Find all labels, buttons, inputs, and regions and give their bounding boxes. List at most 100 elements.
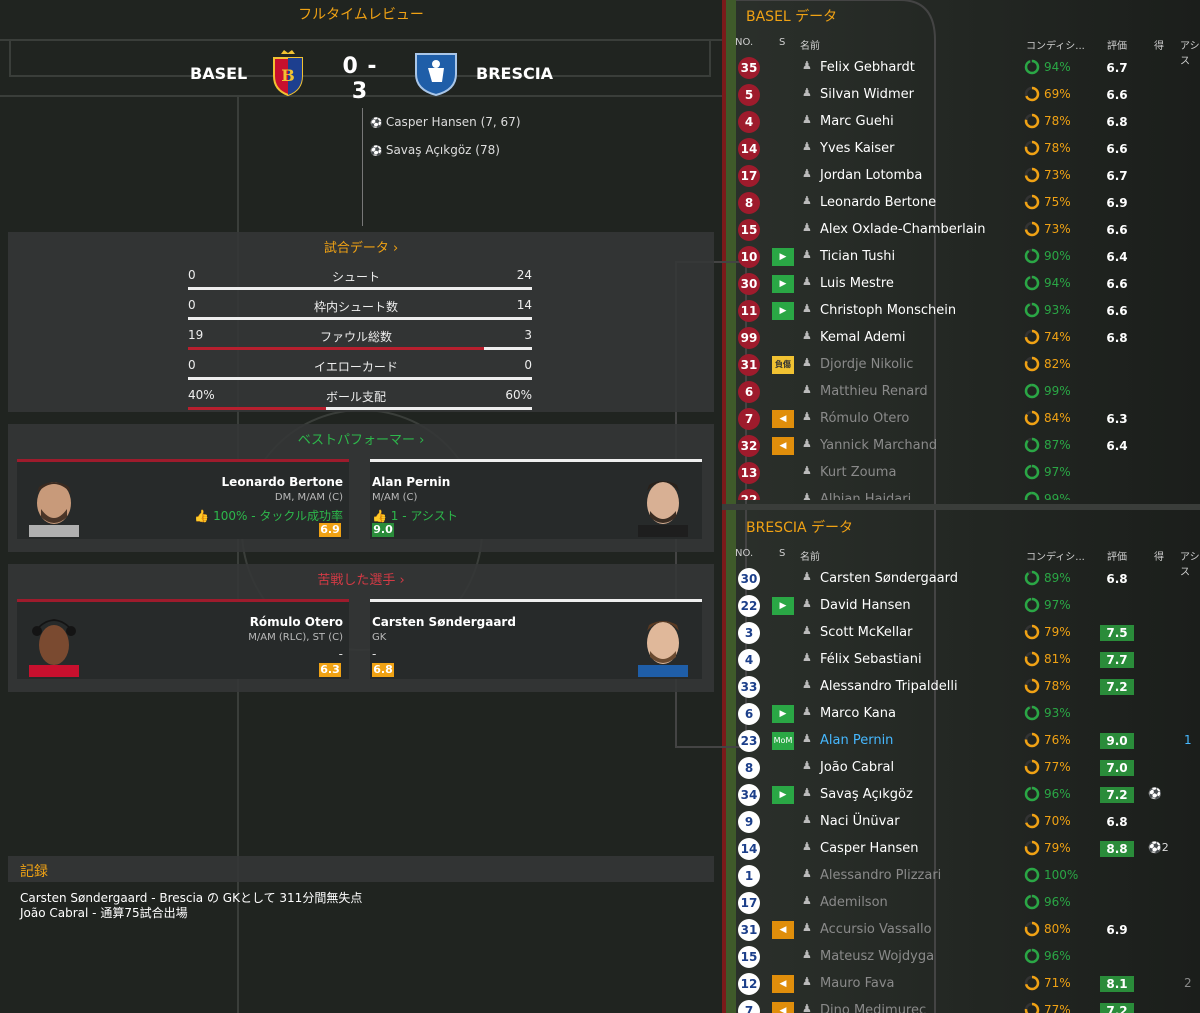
match-stats-link[interactable]: 試合データ › <box>8 237 714 256</box>
player-name[interactable]: Rómulo Otero <box>820 411 909 426</box>
player-name[interactable]: Scott McKellar <box>820 625 912 640</box>
player-row[interactable]: 14 ♟ Casper Hansen 79% 8.8 ⚽2 <box>722 836 1200 863</box>
best-away-player-card[interactable]: Alan Pernin M/AM (C) 👍 1 - アシスト 9.0 <box>370 459 702 539</box>
col-header-rating[interactable]: 評価 <box>1107 548 1127 563</box>
player-name[interactable]: Albian Hajdari <box>820 492 911 500</box>
player-name[interactable]: Alessandro Plizzari <box>820 868 941 883</box>
player-row[interactable]: 8 ♟ Leonardo Bertone 75% 6.9 <box>722 190 1200 217</box>
player-row[interactable]: 23 MoM ♟ Alan Pernin 76% 9.0 1 <box>722 728 1200 755</box>
away-team-name[interactable]: BRESCIA <box>476 64 553 83</box>
col-header-status[interactable]: S <box>779 37 785 48</box>
player-name[interactable]: Félix Sebastiani <box>820 652 922 667</box>
player-name[interactable]: David Hansen <box>820 598 911 613</box>
shirt-number: 8 <box>738 757 760 779</box>
player-row[interactable]: 35 ♟ Felix Gebhardt 94% 6.7 <box>722 55 1200 82</box>
player-name[interactable]: Marco Kana <box>820 706 896 721</box>
player-name[interactable]: Alessandro Tripaldelli <box>820 679 958 694</box>
player-position: M/AM (RLC), ST (C) <box>248 632 343 643</box>
player-name[interactable]: Luis Mestre <box>820 276 894 291</box>
player-name[interactable]: Naci Ünüvar <box>820 814 900 829</box>
player-row[interactable]: 22 ▶ ♟ David Hansen 97% <box>722 593 1200 620</box>
brescia-data-title[interactable]: BRESCIA データ <box>746 517 853 537</box>
basel-crest-icon[interactable]: B <box>271 50 305 96</box>
player-name[interactable]: João Cabral <box>820 760 894 775</box>
player-name[interactable]: Mauro Fava <box>820 976 894 991</box>
player-name[interactable]: Yves Kaiser <box>820 141 895 156</box>
player-row[interactable]: 99 ♟ Kemal Ademi 74% 6.8 <box>722 325 1200 352</box>
player-row[interactable]: 17 ♟ Jordan Lotomba 73% 6.7 <box>722 163 1200 190</box>
player-name[interactable]: Accursio Vassallo <box>820 922 932 937</box>
col-header-name[interactable]: 名前 <box>800 548 820 563</box>
player-row[interactable]: 31 ◀ ♟ Accursio Vassallo 80% 6.9 <box>722 917 1200 944</box>
col-header-rating[interactable]: 評価 <box>1107 37 1127 52</box>
player-name[interactable]: Alan Pernin <box>820 733 893 748</box>
brescia-crest-icon[interactable] <box>414 50 458 96</box>
struggling-players-link[interactable]: 苦戦した選手 › <box>8 569 714 588</box>
col-header-no[interactable]: NO. <box>735 548 753 559</box>
player-row[interactable]: 31 負傷 ♟ Djordje Nikolic 82% <box>722 352 1200 379</box>
player-name[interactable]: Tician Tushi <box>820 249 895 264</box>
player-row[interactable]: 15 ♟ Mateusz Wojdyga 96% <box>722 944 1200 971</box>
player-row[interactable]: 10 ▶ ♟ Tician Tushi 90% 6.4 <box>722 244 1200 271</box>
player-name[interactable]: Djordje Nikolic <box>820 357 913 372</box>
player-name[interactable]: Marc Guehi <box>820 114 894 129</box>
player-row[interactable]: 6 ▶ ♟ Marco Kana 93% <box>722 701 1200 728</box>
player-name[interactable]: Matthieu Renard <box>820 384 928 399</box>
player-row[interactable]: 33 ♟ Alessandro Tripaldelli 78% 7.2 <box>722 674 1200 701</box>
player-row[interactable]: 4 ♟ Félix Sebastiani 81% 7.7 <box>722 647 1200 674</box>
worst-home-player-card[interactable]: Rómulo Otero M/AM (RLC), ST (C) - 6.3 <box>17 599 349 679</box>
player-name[interactable]: Felix Gebhardt <box>820 60 915 75</box>
player-row[interactable]: 1 ♟ Alessandro Plizzari 100% <box>722 863 1200 890</box>
player-row[interactable]: 30 ▶ ♟ Luis Mestre 94% 6.6 <box>722 271 1200 298</box>
player-name[interactable]: Kemal Ademi <box>820 330 905 345</box>
player-row[interactable]: 7 ◀ ♟ Dino Medjmurec 77% 7.2 <box>722 998 1200 1013</box>
player-name[interactable]: Jordan Lotomba <box>820 168 922 183</box>
col-header-no[interactable]: NO. <box>735 37 753 48</box>
home-team-name[interactable]: BASEL <box>190 64 247 83</box>
basel-data-title[interactable]: BASEL データ <box>746 6 837 26</box>
player-name[interactable]: Kurt Zouma <box>820 465 896 480</box>
player-row[interactable]: 11 ▶ ♟ Christoph Monschein 93% 6.6 <box>722 298 1200 325</box>
col-header-goals[interactable]: 得 <box>1154 37 1164 52</box>
worst-away-player-card[interactable]: Carsten Søndergaard GK - 6.8 <box>370 599 702 679</box>
player-rating: 6.3 <box>1106 412 1128 426</box>
player-row[interactable]: 14 ♟ Yves Kaiser 78% 6.6 <box>722 136 1200 163</box>
player-row[interactable]: 17 ♟ Ademilson 96% <box>722 890 1200 917</box>
scorer-line[interactable]: ⚽ Casper Hansen (7, 67) <box>370 115 521 129</box>
player-row[interactable]: 4 ♟ Marc Guehi 78% 6.8 <box>722 109 1200 136</box>
player-row[interactable]: 22 ♟ Albian Hajdari 99% <box>722 487 1200 500</box>
player-row[interactable]: 9 ♟ Naci Ünüvar 70% 6.8 <box>722 809 1200 836</box>
player-row[interactable]: 3 ♟ Scott McKellar 79% 7.5 <box>722 620 1200 647</box>
player-name[interactable]: Dino Medjmurec <box>820 1003 926 1013</box>
player-row[interactable]: 7 ◀ ♟ Rómulo Otero 84% 6.3 <box>722 406 1200 433</box>
player-name[interactable]: Mateusz Wojdyga <box>820 949 934 964</box>
col-header-goals[interactable]: 得 <box>1154 548 1164 563</box>
scorer-line[interactable]: ⚽ Savaş Açıkgöz (78) <box>370 143 500 157</box>
player-row[interactable]: 32 ◀ ♟ Yannick Marchand 87% 6.4 <box>722 433 1200 460</box>
player-name[interactable]: Yannick Marchand <box>820 438 937 453</box>
col-header-status[interactable]: S <box>779 548 785 559</box>
sub-off-arrow-icon: ◀ <box>772 410 794 428</box>
player-row[interactable]: 34 ▶ ♟ Savaş Açıkgöz 96% 7.2 ⚽ <box>722 782 1200 809</box>
player-row[interactable]: 30 ♟ Carsten Søndergaard 89% 6.8 <box>722 566 1200 593</box>
player-name[interactable]: Leonardo Bertone <box>820 195 936 210</box>
player-name[interactable]: Silvan Widmer <box>820 87 914 102</box>
player-row[interactable]: 6 ♟ Matthieu Renard 99% <box>722 379 1200 406</box>
player-name[interactable]: Ademilson <box>820 895 888 910</box>
player-row[interactable]: 12 ◀ ♟ Mauro Fava 71% 8.1 2 <box>722 971 1200 998</box>
col-header-name[interactable]: 名前 <box>800 37 820 52</box>
player-name[interactable]: Savaş Açıkgöz <box>820 787 913 802</box>
player-name[interactable]: Carsten Søndergaard <box>820 571 958 586</box>
player-name[interactable]: Alex Oxlade-Chamberlain <box>820 222 986 237</box>
col-header-condition[interactable]: コンディシ... <box>1026 548 1085 563</box>
player-rating: 6.8 <box>1106 815 1128 829</box>
player-row[interactable]: 15 ♟ Alex Oxlade-Chamberlain 73% 6.6 <box>722 217 1200 244</box>
best-home-player-card[interactable]: Leonardo Bertone DM, M/AM (C) 👍 100% - タ… <box>17 459 349 539</box>
player-name[interactable]: Casper Hansen <box>820 841 919 856</box>
player-row[interactable]: 5 ♟ Silvan Widmer 69% 6.6 <box>722 82 1200 109</box>
player-row[interactable]: 13 ♟ Kurt Zouma 97% <box>722 460 1200 487</box>
player-row[interactable]: 8 ♟ João Cabral 77% 7.0 <box>722 755 1200 782</box>
col-header-condition[interactable]: コンディシ... <box>1026 37 1085 52</box>
best-performers-link[interactable]: ベストパフォーマー › <box>8 429 714 448</box>
player-name[interactable]: Christoph Monschein <box>820 303 956 318</box>
